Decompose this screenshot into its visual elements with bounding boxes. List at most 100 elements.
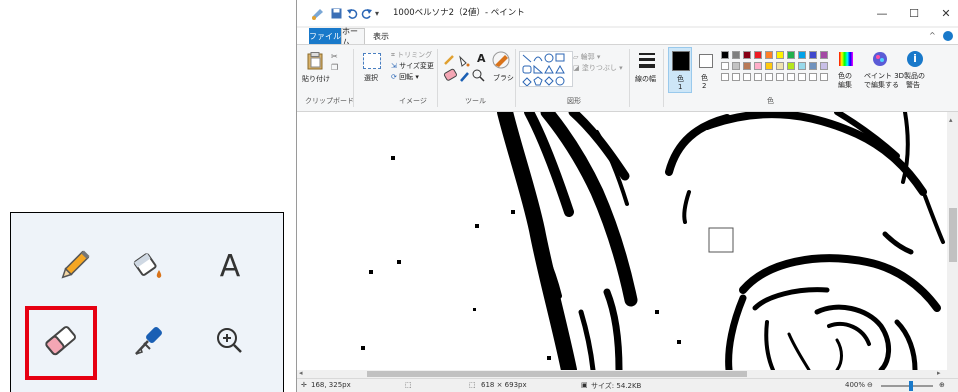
tools-group-label: ツール — [465, 97, 486, 105]
line-art-drawing — [361, 112, 945, 370]
product-alert-button[interactable]: i 製品の 警告 — [901, 50, 931, 90]
copy-icon[interactable]: ❐ — [331, 62, 338, 73]
palette-swatch[interactable] — [798, 51, 806, 59]
palette-swatch[interactable] — [732, 62, 740, 70]
size-line-icon — [639, 64, 655, 68]
eyedropper-icon — [135, 327, 162, 355]
info-icon: i — [907, 51, 923, 67]
palette-swatch[interactable] — [754, 73, 762, 81]
shapes-group-label: 図形 — [567, 97, 581, 105]
collapse-ribbon-button[interactable]: ^ — [929, 31, 936, 40]
paste-label: 貼り付け — [302, 75, 330, 83]
image-size: 618 × 693px — [481, 381, 527, 389]
scroll-left-icon[interactable]: ◂ — [299, 369, 303, 377]
color2-swatch — [699, 54, 713, 68]
minimize-button[interactable]: — — [871, 4, 893, 22]
tab-home[interactable]: ホーム — [341, 27, 365, 47]
tab-view[interactable]: 表示 — [369, 28, 393, 44]
palette-swatch[interactable] — [809, 62, 817, 70]
palette-swatch[interactable] — [743, 62, 751, 70]
edit-colors-button[interactable]: 色の 編集 — [835, 50, 857, 90]
customize-quick-access-button[interactable]: ▾ — [375, 6, 379, 20]
redo-icon — [361, 8, 372, 19]
canvas-area[interactable]: ▴ — [297, 112, 958, 370]
rotate-button[interactable]: ⟳ 回転 ▾ — [391, 72, 434, 83]
palette-swatch[interactable] — [732, 51, 740, 59]
cut-icon[interactable]: ✂ — [331, 51, 338, 62]
tools-text-glyph[interactable]: A — [477, 52, 486, 65]
palette-swatch[interactable] — [820, 73, 828, 81]
palette-swatch[interactable] — [754, 62, 762, 70]
palette-swatch[interactable] — [754, 51, 762, 59]
horizontal-scroll-thumb[interactable] — [367, 371, 747, 377]
maximize-button[interactable]: ☐ — [903, 4, 925, 22]
palette-swatch[interactable] — [732, 73, 740, 81]
outline-button[interactable]: ▱ 輪郭 ▾ — [573, 52, 623, 63]
palette-swatch[interactable] — [743, 51, 751, 59]
vertical-scrollbar[interactable]: ▴ — [947, 112, 958, 370]
palette-swatch[interactable] — [809, 51, 817, 59]
color2-button[interactable]: 色 2 — [695, 47, 717, 93]
redo-quick-button[interactable] — [361, 6, 372, 20]
tab-file[interactable]: ファイル — [309, 28, 341, 44]
palette-swatch[interactable] — [820, 62, 828, 70]
brushes-button[interactable]: ブラシ — [491, 49, 514, 91]
shapes-gallery[interactable] — [519, 51, 573, 87]
undo-quick-button[interactable] — [347, 6, 358, 20]
color-picker-tool-button[interactable] — [121, 314, 175, 368]
group-separator — [515, 49, 516, 107]
palette-swatch[interactable] — [798, 62, 806, 70]
rotate-icon: ⟳ — [391, 73, 400, 81]
title-bar: ▾ 1000ベルソナ2（2値）- ペイント — ☐ ✕ — [297, 0, 958, 26]
zoom-out-button[interactable]: ⊖ — [867, 381, 873, 389]
palette-swatch[interactable] — [787, 62, 795, 70]
palette-swatch[interactable] — [721, 73, 729, 81]
palette-swatch[interactable] — [787, 73, 795, 81]
zoom-slider-thumb[interactable] — [909, 381, 913, 391]
palette-swatch[interactable] — [787, 51, 795, 59]
close-button[interactable]: ✕ — [935, 4, 957, 22]
group-separator — [353, 49, 354, 107]
crop-button[interactable]: ⌗ トリミング — [391, 50, 434, 61]
edit-with-paint3d-button[interactable]: ペイント 3D で編集する — [863, 50, 904, 90]
palette-swatch[interactable] — [765, 73, 773, 81]
pencil-tool-button[interactable] — [47, 239, 101, 293]
palette-swatch[interactable] — [721, 62, 729, 70]
fill-tool-button[interactable] — [121, 239, 175, 293]
palette-swatch[interactable] — [743, 73, 751, 81]
palette-swatch[interactable] — [820, 51, 828, 59]
select-button[interactable]: 選択 — [361, 51, 383, 91]
palette-swatch[interactable] — [776, 62, 784, 70]
help-button[interactable] — [943, 31, 953, 41]
image-canvas[interactable] — [297, 112, 947, 370]
product-alert-label-2: 警告 — [906, 81, 920, 89]
zoom-in-button[interactable]: ⊕ — [939, 381, 945, 389]
size-line-icon — [639, 58, 655, 61]
horizontal-scrollbar[interactable]: ◂ ▸ — [297, 369, 958, 378]
paint-app-icon — [312, 8, 323, 20]
vertical-scroll-thumb[interactable] — [949, 208, 957, 262]
save-quick-button[interactable] — [331, 6, 342, 20]
palette-swatch[interactable] — [765, 51, 773, 59]
cursor-position-icon: ✛ — [301, 381, 307, 389]
magnifier-tool-button[interactable] — [203, 314, 257, 368]
scroll-up-icon[interactable]: ▴ — [949, 116, 953, 124]
zoom-slider[interactable] — [881, 381, 933, 391]
rotate-label: 回転 — [399, 73, 414, 81]
scroll-right-icon[interactable]: ▸ — [937, 369, 941, 377]
palette-swatch[interactable] — [765, 62, 773, 70]
palette-swatch[interactable] — [809, 73, 817, 81]
color1-button[interactable]: 色 1 — [668, 47, 692, 93]
palette-swatch[interactable] — [721, 51, 729, 59]
fill-button[interactable]: ◪ 塗りつぶし ▾ — [573, 63, 623, 74]
color1-swatch — [672, 51, 690, 71]
palette-swatch[interactable] — [798, 73, 806, 81]
chevron-up-icon: ^ — [929, 31, 936, 40]
palette-swatch[interactable] — [776, 73, 784, 81]
resize-button[interactable]: ⇲ サイズ変更 — [391, 61, 434, 72]
text-tool-button[interactable]: A — [203, 239, 257, 293]
outline-label: 輪郭 — [580, 53, 595, 61]
palette-swatch[interactable] — [776, 51, 784, 59]
paste-button[interactable]: 貼り付け — [302, 52, 330, 88]
size-button[interactable]: 線の幅 — [635, 50, 659, 92]
